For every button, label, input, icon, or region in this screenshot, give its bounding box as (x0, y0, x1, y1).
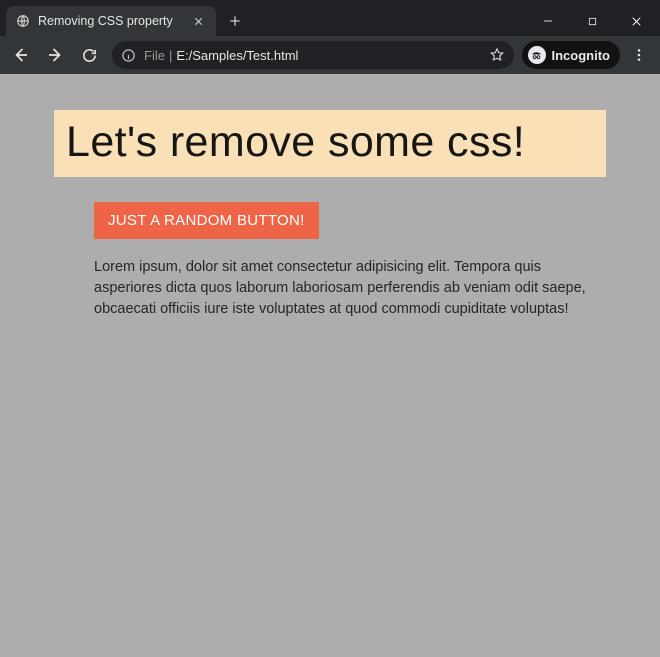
maximize-button[interactable] (570, 6, 614, 36)
incognito-badge[interactable]: Incognito (522, 41, 621, 69)
page-body: JUST A RANDOM BUTTON! Lorem ipsum, dolor… (94, 202, 600, 320)
minimize-button[interactable] (526, 6, 570, 36)
site-info-icon[interactable] (120, 47, 136, 63)
back-button[interactable] (6, 40, 36, 70)
browser-tab[interactable]: Removing CSS property (6, 6, 216, 36)
incognito-label: Incognito (552, 48, 611, 63)
random-button[interactable]: JUST A RANDOM BUTTON! (94, 202, 319, 239)
bookmark-star-icon[interactable] (488, 46, 506, 64)
page-heading: Let's remove some css! (54, 110, 606, 177)
tab-strip: Removing CSS property (0, 0, 248, 36)
url-path: E:/Samples/Test.html (176, 48, 298, 63)
browser-toolbar: File | E:/Samples/Test.html Incognito (0, 36, 660, 74)
forward-button[interactable] (40, 40, 70, 70)
incognito-icon (528, 46, 546, 64)
page-viewport: Let's remove some css! JUST A RANDOM BUT… (0, 74, 660, 657)
tab-title: Removing CSS property (38, 14, 182, 28)
url-scheme: File (144, 48, 165, 63)
window-controls (526, 6, 660, 36)
close-window-button[interactable] (614, 6, 658, 36)
address-bar[interactable]: File | E:/Samples/Test.html (112, 41, 514, 69)
window-titlebar: Removing CSS property (0, 0, 660, 36)
kebab-menu-button[interactable] (624, 40, 654, 70)
new-tab-button[interactable] (222, 8, 248, 34)
globe-icon (16, 14, 30, 28)
tab-close-icon[interactable] (190, 13, 206, 29)
url-separator: | (169, 48, 172, 63)
lorem-paragraph: Lorem ipsum, dolor sit amet consectetur … (94, 257, 600, 320)
reload-button[interactable] (74, 40, 104, 70)
